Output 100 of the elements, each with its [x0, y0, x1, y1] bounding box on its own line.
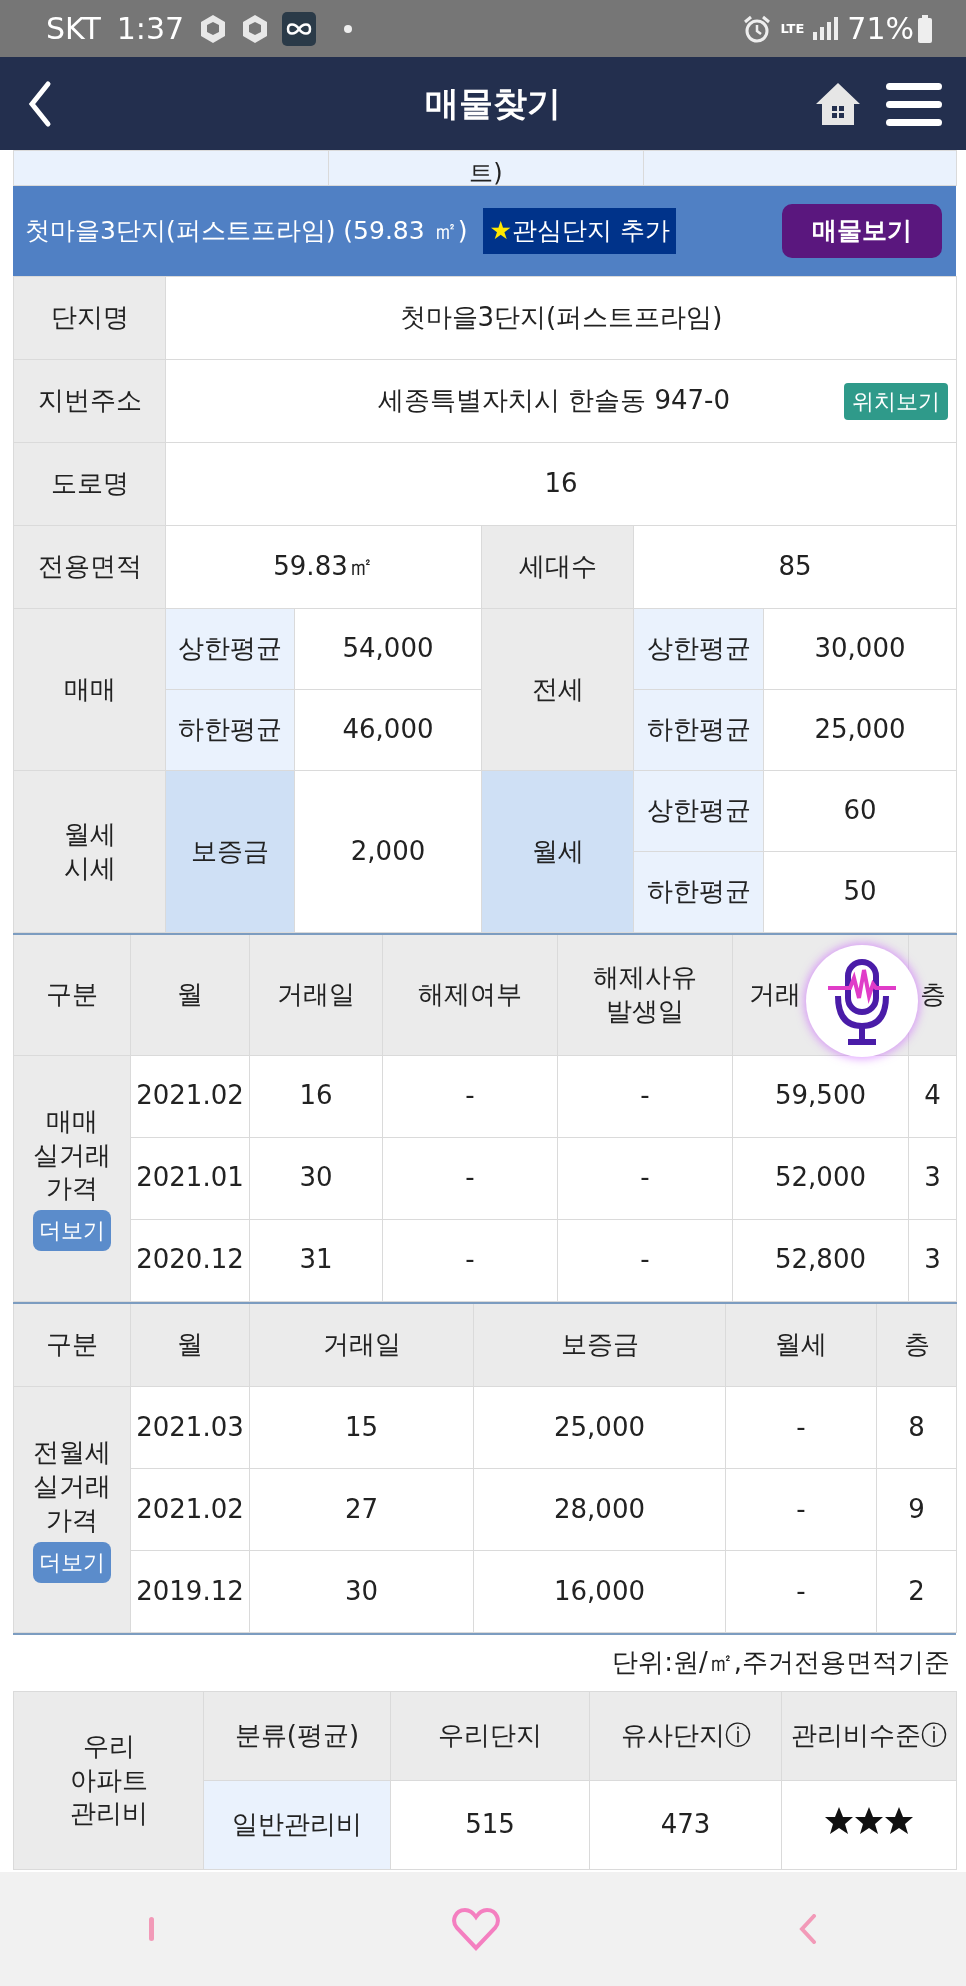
table-cell: 첫마을3단지(퍼스트프라임)	[165, 276, 957, 360]
table-cell: 52,000	[732, 1137, 909, 1219]
table-cell: 28,000	[473, 1468, 726, 1551]
column-header: 월세	[725, 1302, 877, 1387]
column-header: 관리비수준ⓘ	[781, 1691, 957, 1781]
table-cell: 3	[908, 1219, 957, 1301]
row-header: 보증금	[165, 770, 295, 933]
column-header: 구분	[13, 934, 131, 1055]
table-cell: 2019.12	[130, 1550, 250, 1633]
view-location-button[interactable]: 위치보기	[844, 382, 948, 420]
table-cell: 16	[249, 1055, 383, 1137]
column-header: 해제여부	[382, 934, 558, 1055]
carrier-name: SKT	[46, 10, 101, 48]
table-cell: 473	[589, 1780, 782, 1870]
battery-percent: 71%	[847, 10, 914, 48]
row-header: 지번주소	[13, 359, 166, 443]
table-cell: 2020.12	[130, 1219, 250, 1301]
table-cell: 2	[876, 1550, 957, 1633]
row-header: 전용면적	[13, 525, 166, 609]
star-icon	[884, 1805, 914, 1836]
row-header: 단지명	[13, 276, 166, 360]
more-button[interactable]: 더보기	[33, 1541, 111, 1583]
infinity-app-icon	[282, 11, 317, 46]
table-cell: 2021.02	[130, 1055, 250, 1137]
table-cell: 59.83㎡	[165, 525, 482, 609]
table-cell: -	[557, 1137, 733, 1219]
row-header: 월세 시세	[13, 770, 166, 933]
table-cell: -	[557, 1219, 733, 1301]
more-button[interactable]: 더보기	[33, 1210, 111, 1252]
signal-icon	[812, 16, 840, 41]
table-cell: 2,000	[294, 770, 482, 933]
back-icon	[26, 79, 52, 128]
table-cell: 3	[908, 1137, 957, 1219]
table-cell: 2021.03	[130, 1386, 250, 1469]
column-header: 보증금	[473, 1302, 726, 1387]
table-cell: -	[382, 1055, 558, 1137]
row-header: 하한평균	[633, 851, 764, 933]
view-listings-button[interactable]: 매물보기	[782, 204, 942, 258]
row-header: 우리 아파트 관리비	[13, 1691, 204, 1870]
row-header: 세대수	[481, 525, 634, 609]
row-header: 상한평균	[633, 770, 764, 852]
row-header: 매매	[13, 608, 166, 771]
column-header: 우리단지	[390, 1691, 590, 1781]
table-cell: 25,000	[473, 1386, 726, 1469]
row-header: 일반관리비	[203, 1780, 391, 1870]
table-cell: 54,000	[294, 608, 482, 690]
column-header: 층	[908, 934, 957, 1055]
table-cell: 15	[249, 1386, 474, 1469]
table-cell: 30	[249, 1550, 474, 1633]
column-header: 거래일	[249, 934, 383, 1055]
table-cell: 27	[249, 1468, 474, 1551]
column-header: 거래일	[249, 1302, 474, 1387]
column-header: 해제사유 발생일	[557, 934, 733, 1055]
table-cell: 8	[876, 1386, 957, 1469]
table-cell: 트)	[328, 150, 644, 186]
page-title: 매물찾기	[425, 82, 561, 125]
table-cell: 30,000	[763, 608, 957, 690]
table-cell: 9	[876, 1468, 957, 1551]
battery-icon	[918, 14, 932, 43]
column-header: 층	[876, 1302, 957, 1387]
table-cell: 2021.01	[130, 1137, 250, 1219]
notification-dot-icon	[344, 24, 353, 33]
table-cell: 50	[763, 851, 957, 933]
table-cell: -	[557, 1055, 733, 1137]
table-cell: 25,000	[763, 689, 957, 771]
section-label: 전월세 실거래 가격	[33, 1436, 111, 1537]
row-header: 상한평균	[165, 608, 295, 690]
back-button[interactable]	[26, 79, 52, 128]
column-header: 월	[130, 934, 250, 1055]
table-cell: 16	[165, 442, 957, 526]
menu-icon[interactable]	[886, 80, 942, 127]
row-header: 월세	[481, 770, 634, 933]
row-header: 도로명	[13, 442, 166, 526]
table-cell: -	[382, 1219, 558, 1301]
complex-title: 첫마을3단지(퍼스트프라임) (59.83 ㎡)	[25, 215, 468, 248]
column-header: 구분	[13, 1302, 131, 1387]
row-header: 하한평균	[633, 689, 764, 771]
table-cell: -	[725, 1550, 877, 1633]
table-cell: -	[725, 1386, 877, 1469]
column-header: 분류(평균)	[203, 1691, 391, 1781]
table-cell: -	[725, 1468, 877, 1551]
star-icon	[854, 1805, 884, 1836]
row-header: 상한평균	[633, 608, 764, 690]
table-cell: -	[382, 1137, 558, 1219]
table-cell: 2021.02	[130, 1468, 250, 1551]
table-cell: 52,800	[732, 1219, 909, 1301]
row-header: 전세	[481, 608, 634, 771]
microphone-icon	[826, 956, 898, 1046]
table-cell: 4	[908, 1055, 957, 1137]
alarm-icon	[742, 13, 773, 44]
cell-text: 세종특별자치시 한솔동 947-0	[376, 384, 732, 418]
star-icon	[824, 1805, 854, 1836]
table-cell: 30	[249, 1137, 383, 1219]
add-favorite-button[interactable]: ★관심단지 추가	[483, 208, 676, 254]
table-cell: 16,000	[473, 1550, 726, 1633]
column-header: 월	[130, 1302, 250, 1387]
table-cell: 85	[633, 525, 957, 609]
table-cell: 60	[763, 770, 957, 852]
section-label: 매매 실거래 가격	[33, 1104, 111, 1206]
column-header: 유사단지ⓘ	[589, 1691, 782, 1781]
